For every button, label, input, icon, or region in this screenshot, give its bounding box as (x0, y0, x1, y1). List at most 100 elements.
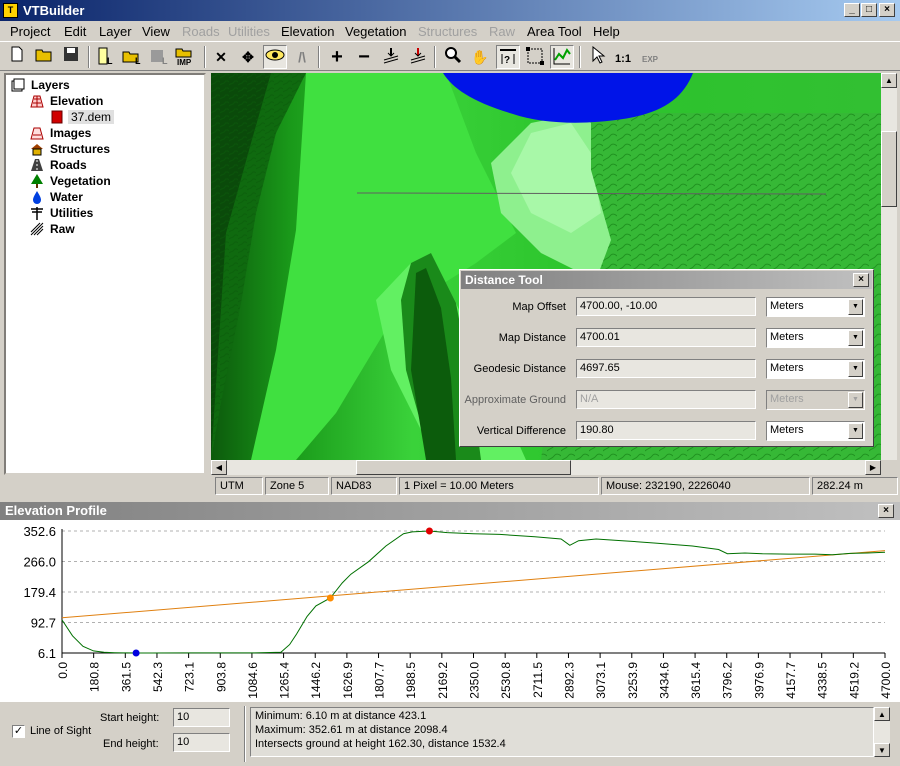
select-area-button[interactable] (523, 45, 547, 69)
layer-properties-button[interactable]: /\ (290, 45, 314, 69)
vertical-difference-field[interactable]: 190.80 (576, 421, 756, 440)
map-vertical-scrollbar[interactable]: ▲ (881, 73, 897, 460)
distance-tool-button[interactable]: ? (496, 45, 520, 69)
profile-info-box[interactable]: Minimum: 6.10 m at distance 423.1 Maximu… (250, 707, 874, 757)
line-of-sight-checkbox[interactable]: ✓ (12, 725, 25, 738)
info-scrollbar[interactable]: ▲ ▼ (874, 707, 890, 757)
maximize-button[interactable]: □ (861, 3, 877, 17)
zoom-all-icon (383, 48, 399, 64)
elevation-profile-button[interactable] (550, 45, 574, 69)
distance-tool-dialog: Distance Tool × Map Offset 4700.00, -10.… (459, 269, 874, 447)
scroll-down-arrow-icon[interactable]: ▼ (874, 743, 890, 757)
y-tick-label: 179.4 (23, 585, 56, 600)
menu-layer[interactable]: Layer (99, 24, 132, 39)
tree-item-37-dem[interactable]: 37.dem (50, 109, 115, 125)
title-bar: T VTBuilder _ □ × (0, 0, 900, 21)
x-tick-label: 1626.9 (341, 662, 355, 699)
zoom-all-button[interactable] (379, 45, 403, 69)
save-project-button[interactable] (59, 45, 83, 69)
vtbuilder-app-icon: T (3, 3, 18, 18)
tree-item-label: Vegetation (50, 174, 111, 188)
distance-tool-close-button[interactable]: × (853, 273, 869, 287)
tree-item-label: Water (50, 190, 83, 204)
one-to-one-button[interactable]: 1:1 (611, 45, 635, 69)
selected-unit: Meters (770, 393, 804, 405)
x-tick-label: 2350.0 (468, 662, 482, 699)
tree-root-layers[interactable]: Layers (11, 77, 70, 93)
menu-help[interactable]: Help (593, 24, 620, 39)
menu-vegetation[interactable]: Vegetation (345, 24, 406, 39)
terrain-profile-line (61, 530, 886, 654)
tree-item-images[interactable]: Images (30, 125, 91, 141)
menu-raw[interactable]: Raw (489, 24, 515, 39)
magnify-tool-button[interactable] (441, 45, 465, 69)
status-elevation: 282.24 m (812, 477, 898, 495)
scroll-left-arrow-icon[interactable]: ◀ (211, 460, 227, 475)
zoom-out-button[interactable]: − (352, 45, 376, 69)
map-distance-field[interactable]: 4700.01 (576, 328, 756, 347)
zoom-in-button[interactable]: + (325, 45, 349, 69)
start-height-field[interactable]: 10 (173, 708, 230, 727)
map-offset-field[interactable]: 4700.00, -10.00 (576, 297, 756, 316)
selected-unit: Meters (770, 300, 804, 312)
menu-edit[interactable]: Edit (64, 24, 86, 39)
approximate-ground-unit-select[interactable]: Meters ▼ (766, 390, 865, 410)
pan-move-button[interactable]: ✥ (236, 45, 260, 69)
tree-item-vegetation[interactable]: Vegetation (30, 173, 111, 189)
map-offset-unit-select[interactable]: Meters ▼ (766, 297, 865, 317)
tree-item-label: Roads (50, 158, 87, 172)
menu-elevation[interactable]: Elevation (281, 24, 334, 39)
menu-view[interactable]: View (142, 24, 170, 39)
x-tick-label: 4157.7 (784, 662, 798, 699)
toggle-visibility-button[interactable] (263, 45, 287, 69)
utility-pole-icon (31, 207, 43, 220)
map-distance-unit-select[interactable]: Meters ▼ (766, 328, 865, 348)
vertical-difference-unit-select[interactable]: Meters ▼ (766, 421, 865, 441)
info-maximum: Maximum: 352.61 m at distance 2098.4 (255, 724, 448, 736)
geodesic-distance-field[interactable]: 4697.65 (576, 359, 756, 378)
x-tick-label: 3434.6 (657, 662, 671, 699)
tree-icon (31, 174, 43, 188)
tree-item-utilities[interactable]: Utilities (30, 205, 93, 221)
menu-project[interactable]: Project (10, 24, 50, 39)
x-tick-label: 0.0 (56, 662, 70, 679)
import-data-button[interactable]: IMP (174, 45, 198, 69)
horizontal-scroll-thumb[interactable] (356, 460, 571, 475)
info-minimum: Minimum: 6.10 m at distance 423.1 (255, 710, 427, 722)
close-button[interactable]: × (879, 3, 895, 17)
status-bar: UTM Zone 5 NAD83 1 Pixel = 10.00 Meters … (0, 476, 900, 496)
elevation-profile-chart[interactable]: 352.6 266.0 179.4 92.7 6.1 0.0 180.8 361.5 542.3… (0, 520, 900, 702)
approximate-ground-field[interactable]: N/A (576, 390, 756, 409)
open-project-button[interactable] (32, 45, 56, 69)
end-height-field[interactable]: 10 (173, 733, 230, 752)
save-layer-button[interactable]: L (147, 45, 171, 69)
zoom-to-layer-button[interactable] (406, 45, 430, 69)
select-pointer-button[interactable] (586, 45, 610, 69)
elevation-profile-close-button[interactable]: × (878, 504, 894, 518)
menu-structures[interactable]: Structures (418, 24, 477, 39)
export-button[interactable]: EXP (638, 45, 662, 69)
tree-item-raw[interactable]: Raw (30, 221, 75, 237)
scroll-up-arrow-icon[interactable]: ▲ (874, 707, 890, 721)
menu-roads[interactable]: Roads (182, 24, 220, 39)
tree-item-roads[interactable]: Roads (30, 157, 87, 173)
scroll-up-arrow-icon[interactable]: ▲ (881, 73, 897, 88)
new-project-button[interactable] (5, 45, 29, 69)
scroll-right-arrow-icon[interactable]: ▶ (865, 460, 881, 475)
chevron-down-icon: ▼ (848, 392, 863, 408)
open-layer-button[interactable]: L (120, 45, 144, 69)
hand-pan-button[interactable]: ✋ (468, 45, 492, 69)
minimize-button[interactable]: _ (844, 3, 860, 17)
tree-item-elevation[interactable]: Elevation (30, 93, 103, 109)
delete-button[interactable]: ✕ (209, 45, 233, 69)
menu-area-tool[interactable]: Area Tool (527, 24, 582, 39)
geodesic-distance-unit-select[interactable]: Meters ▼ (766, 359, 865, 379)
map-horizontal-scrollbar[interactable]: ◀ ▶ (211, 460, 881, 475)
menu-utilities[interactable]: Utilities (228, 24, 270, 39)
svg-text:?: ? (504, 55, 510, 66)
new-layer-button[interactable]: L (93, 45, 117, 69)
vertical-scroll-thumb[interactable] (881, 131, 897, 207)
profile-graph-icon (553, 48, 571, 65)
tree-item-structures[interactable]: Structures (30, 141, 110, 157)
tree-item-water[interactable]: Water (30, 189, 83, 205)
